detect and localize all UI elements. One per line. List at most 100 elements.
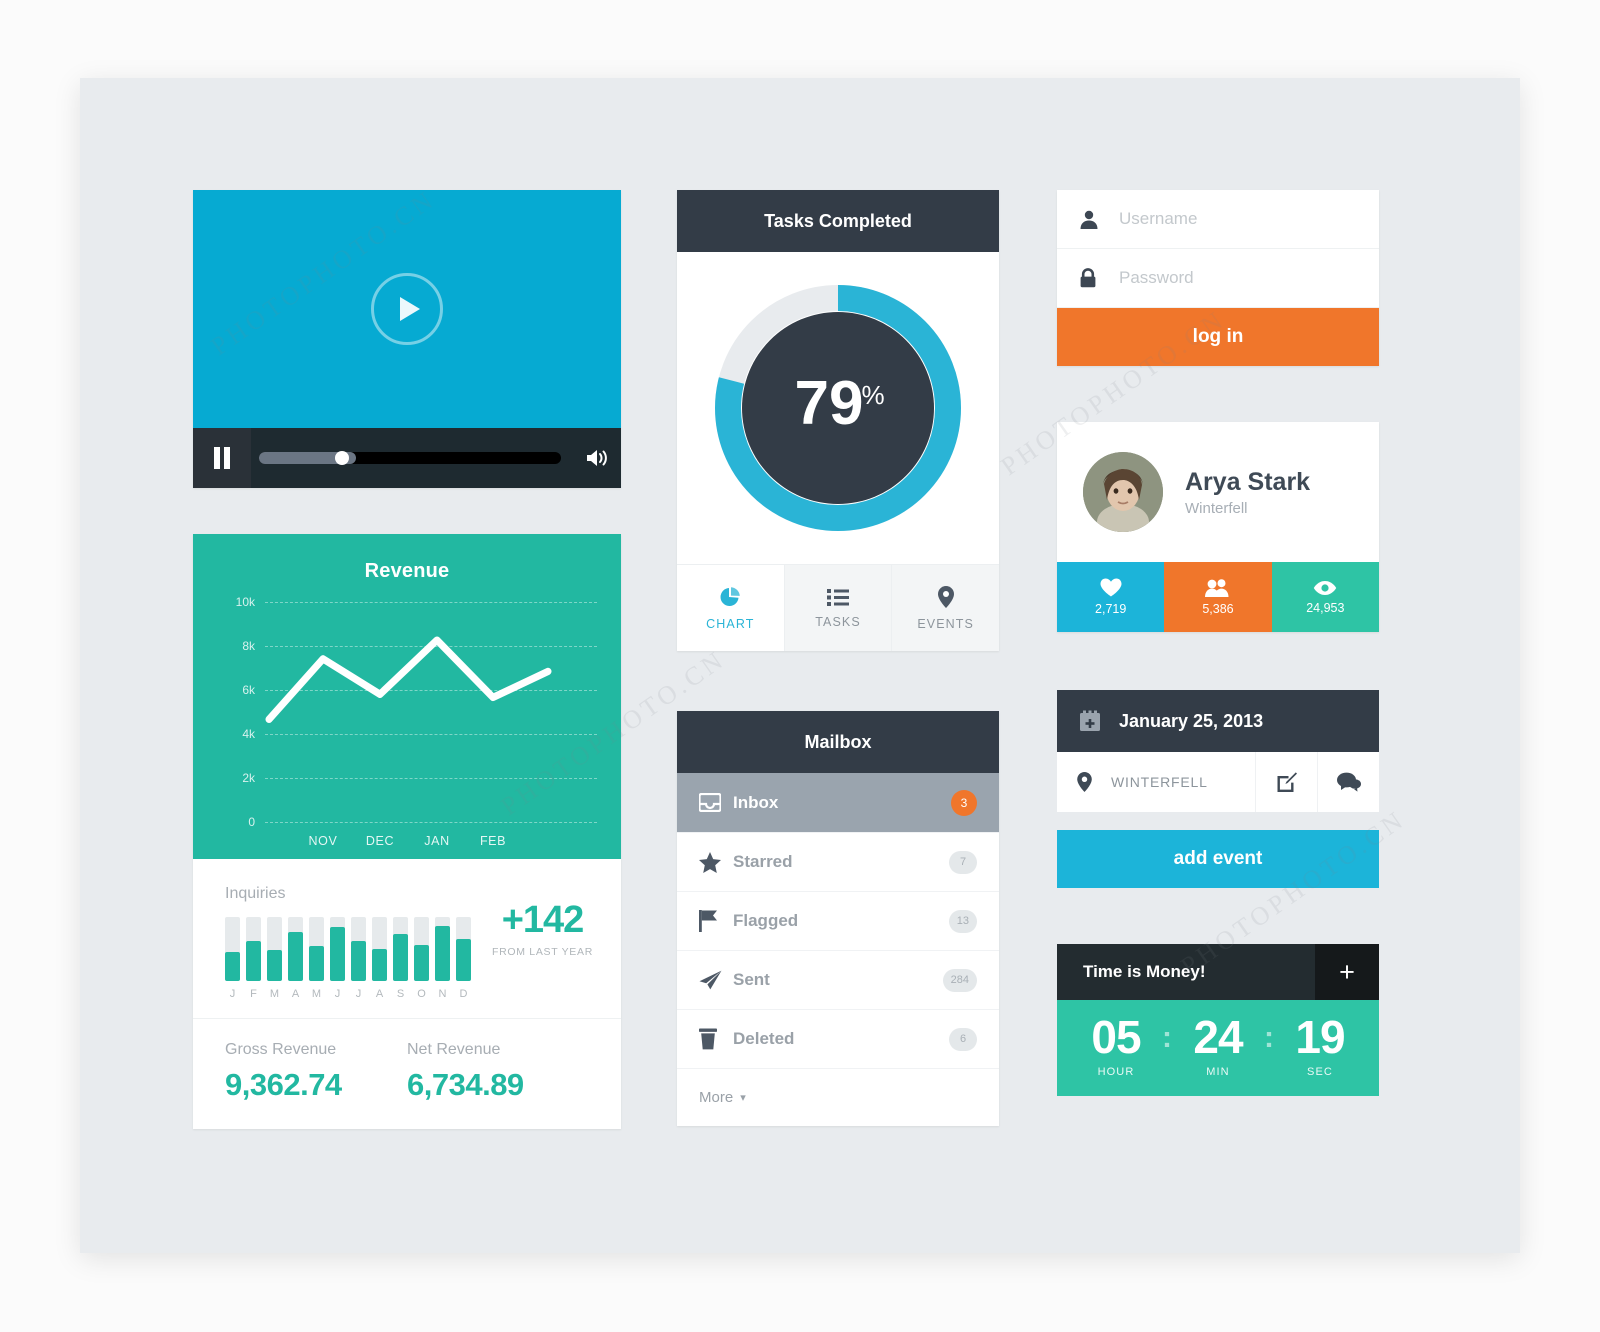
timer-sec: 19 SEC [1274, 1014, 1366, 1078]
map-pin-icon [937, 585, 954, 608]
tasks-completed-card: Tasks Completed 79 % CHART TASKS EVENTS [677, 190, 1000, 651]
inquiries-bar [330, 917, 345, 981]
password-placeholder: Password [1119, 268, 1194, 287]
gross-revenue-label: Gross Revenue [225, 1041, 337, 1058]
pause-icon[interactable] [193, 428, 251, 488]
stat-views[interactable]: 24,953 [1271, 562, 1379, 632]
revenue-totals: Gross Revenue 9,362.74 Net Revenue 6,734… [193, 1018, 621, 1129]
mailbox-item-label: Flagged [733, 911, 799, 930]
heart-icon [1100, 578, 1122, 597]
video-player-card[interactable] [193, 190, 621, 488]
tab-tasks[interactable]: TASKS [783, 565, 892, 651]
mailbox-item-label: Starred [733, 852, 793, 871]
comment-icon[interactable] [1317, 752, 1379, 812]
trash-icon [699, 1028, 733, 1050]
inquiries-bar [456, 917, 471, 981]
timer-min-value: 24 [1193, 1011, 1243, 1063]
gross-revenue-block: Gross Revenue 9,362.74 [225, 1041, 407, 1103]
inquiries-bar [435, 917, 450, 981]
add-event-button[interactable]: add event [1057, 830, 1379, 888]
inquiries-bar-label: O [417, 988, 426, 1000]
mailbox-list[interactable]: Inbox 3 Starred 7 Flagged 13 Sent 284 Deleted 6 [677, 773, 999, 1068]
profile-stats[interactable]: 2,719 5,386 24,953 [1057, 562, 1379, 632]
event-card: January 25, 2013 WINTERFELL add event [1057, 690, 1379, 888]
mailbox-item-label: Inbox [733, 792, 779, 812]
tab-events-label: EVENTS [917, 616, 974, 631]
mailbox-title: Mailbox [677, 711, 999, 773]
profile-meta: Arya Stark Winterfell [1185, 468, 1310, 517]
stat-followers-value: 5,386 [1202, 602, 1234, 616]
timer-colon-2: : [1264, 1021, 1274, 1054]
list-icon [827, 588, 849, 606]
stat-views-value: 24,953 [1306, 600, 1345, 615]
inquiries-bar-label: J [355, 988, 362, 1000]
login-button[interactable]: log in [1057, 308, 1379, 366]
plus-icon[interactable]: + [1315, 944, 1379, 1000]
lock-icon [1079, 268, 1119, 288]
tasks-title: Tasks Completed [677, 190, 999, 252]
people-icon [1204, 579, 1229, 597]
stat-likes[interactable]: 2,719 [1057, 562, 1165, 632]
mailbox-item-inbox[interactable]: Inbox 3 [677, 773, 999, 832]
eye-icon [1314, 580, 1337, 595]
inquiries-section: Inquiries JFMAMJJASOND +142 FROM LAST YE… [193, 859, 621, 1018]
tab-chart[interactable]: CHART [677, 565, 784, 651]
column-left: Revenue 10k 8k 6k 4k 2k 0 NOV DEC JAN FE… [193, 190, 621, 1129]
timer-hour: 05 HOUR [1070, 1014, 1162, 1078]
revenue-card: Revenue 10k 8k 6k 4k 2k 0 NOV DEC JAN FE… [193, 534, 621, 1129]
mailbox-item-flagged[interactable]: Flagged 13 [677, 891, 999, 950]
revenue-title: Revenue [364, 560, 450, 582]
profile-card: Arya Stark Winterfell 2,719 5,386 24,953 [1057, 422, 1379, 632]
donut-svg: 79 % [715, 285, 961, 531]
video-controls[interactable] [193, 428, 621, 488]
profile-name: Arya Stark [1185, 467, 1311, 496]
inquiries-bar-label: F [250, 988, 257, 1000]
mailbox-item-label: Sent [733, 970, 770, 989]
mailbox-item-label: Deleted [733, 1029, 795, 1048]
mailbox-item-count: 7 [949, 850, 977, 874]
edit-icon[interactable] [1255, 752, 1317, 812]
event-header: January 25, 2013 [1057, 690, 1379, 752]
mailbox-item-deleted[interactable]: Deleted 6 [677, 1009, 999, 1068]
inquiries-bar [225, 917, 240, 981]
volume-icon[interactable] [575, 447, 621, 469]
progress-knob[interactable] [334, 451, 349, 465]
stat-followers[interactable]: 5,386 [1164, 562, 1272, 632]
inquiries-bar-label: A [291, 988, 300, 1000]
mailbox-item-starred[interactable]: Starred 7 [677, 832, 999, 891]
x-tick-jan: JAN [424, 834, 450, 848]
net-revenue-block: Net Revenue 6,734.89 [407, 1041, 589, 1103]
video-progress-slider[interactable] [259, 451, 561, 465]
mailbox-more-label: More [699, 1089, 734, 1106]
x-tick-nov: NOV [308, 834, 338, 848]
tab-events[interactable]: EVENTS [891, 565, 1000, 651]
profile-row: Arya Stark Winterfell [1057, 422, 1379, 562]
username-field[interactable]: Username [1057, 190, 1379, 249]
timer-sec-unit: SEC [1307, 1066, 1333, 1078]
timer-header: Time is Money! + [1057, 944, 1379, 1000]
net-revenue-value: 6,734.89 [407, 1067, 524, 1102]
delta-value: +142 [501, 899, 585, 941]
inquiries-bar-label: J [229, 988, 236, 1000]
inquiries-bar [288, 917, 303, 981]
revenue-line [265, 636, 552, 723]
password-field[interactable]: Password [1057, 249, 1379, 308]
inquiries-bar-label: M [311, 988, 322, 1000]
mailbox-item-count: 6 [949, 1027, 977, 1051]
mailbox-card: Mailbox Inbox 3 Starred 7 Flagged 13 Sent 284 De… [677, 711, 999, 1126]
tasks-tabs[interactable]: CHART TASKS EVENTS [677, 564, 1000, 651]
inquiries-delta: +142 FROM LAST YEAR [492, 899, 593, 958]
video-screen[interactable] [193, 190, 621, 428]
login-card: Username Password log in [1057, 190, 1379, 366]
mailbox-item-sent[interactable]: Sent 284 [677, 950, 999, 1009]
timer-hour-value: 05 [1091, 1011, 1141, 1063]
play-icon[interactable] [371, 273, 443, 345]
inquiries-bar-label: A [375, 988, 384, 1000]
net-revenue-label: Net Revenue [407, 1041, 501, 1058]
mailbox-more[interactable]: More ▾ [677, 1068, 999, 1126]
inquiries-bar [393, 917, 408, 981]
star-icon [699, 851, 733, 873]
timer-hour-unit: HOUR [1097, 1066, 1135, 1078]
timer-colon-1: : [1162, 1021, 1172, 1054]
inquiries-bar [246, 917, 261, 981]
